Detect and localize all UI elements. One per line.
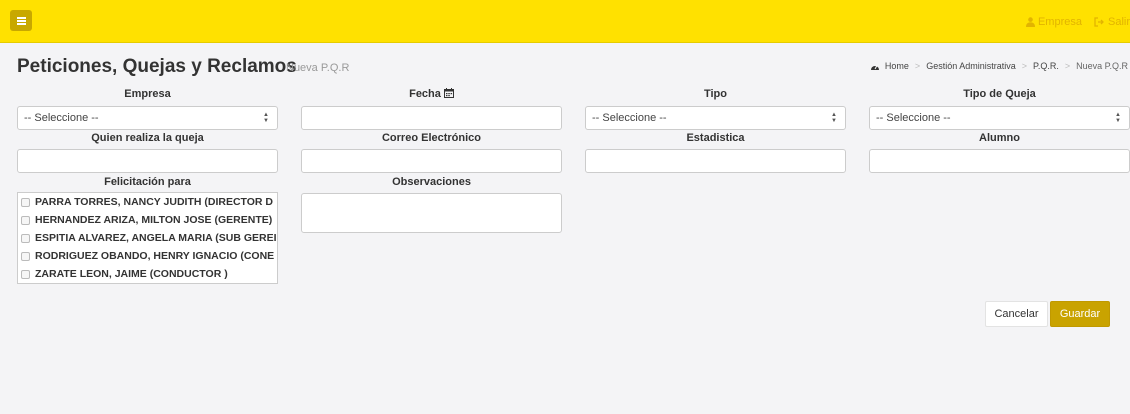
checklist-item-label: ESPITIA ALVAREZ, ANGELA MARIA (SUB GEREI (35, 232, 277, 244)
empresa-link[interactable]: Empresa (1025, 15, 1082, 28)
felicitacion-label: Felicitación para (104, 176, 191, 188)
alumno-input[interactable] (869, 149, 1130, 173)
dashboard-icon (870, 64, 879, 70)
breadcrumb-gestion[interactable]: Gestión Administrativa (926, 61, 1016, 71)
breadcrumb-separator: > (1064, 61, 1071, 71)
cancel-button[interactable]: Cancelar (985, 301, 1048, 327)
select-arrows-icon: ▲ ▼ (263, 112, 269, 124)
alumno-label: Alumno (979, 132, 1020, 144)
select-arrows-icon: ▲ ▼ (1115, 112, 1121, 124)
checklist-item-label: RODRIGUEZ OBANDO, HENRY IGNACIO (CONE (35, 250, 275, 262)
sign-out-icon (1094, 16, 1104, 27)
checklist-item[interactable]: ESPITIA ALVAREZ, ANGELA MARIA (SUB GEREI (18, 229, 277, 247)
correo-label: Correo Electrónico (381, 132, 482, 144)
breadcrumb-home[interactable]: Home (885, 61, 909, 71)
empresa-label: Empresa (124, 88, 171, 100)
checkbox[interactable] (21, 197, 30, 207)
calendar-icon (443, 88, 454, 98)
user-icon (1025, 16, 1035, 27)
bars-icon (16, 16, 26, 25)
fecha-label-text: Fecha (409, 88, 441, 100)
correo-input[interactable] (301, 149, 562, 173)
salir-link[interactable]: Salir (1094, 16, 1130, 28)
top-navbar: Empresa Salir (0, 0, 1130, 43)
quien-label: Quien realiza la queja (91, 132, 204, 144)
tipo-select[interactable]: -- Seleccione -- ▲ ▼ (585, 106, 846, 130)
checklist-item[interactable]: RODRIGUEZ OBANDO, HENRY IGNACIO (CONE (18, 247, 277, 265)
observaciones-label: Observaciones (392, 176, 471, 188)
breadcrumb-pqr[interactable]: P.Q.R. (1033, 61, 1059, 71)
breadcrumb: Home > Gestión Administrativa > P.Q.R. >… (870, 61, 1128, 71)
tipo-queja-select-value: -- Seleccione -- (876, 112, 951, 124)
quien-input[interactable] (17, 149, 278, 173)
empresa-link-label: Empresa (1037, 15, 1082, 28)
tipo-select-value: -- Seleccione -- (592, 112, 667, 124)
salir-link-label: Salir (1107, 15, 1130, 28)
fecha-input[interactable] (301, 106, 562, 130)
page-subtitle: Nueva P.Q.R (286, 62, 350, 74)
breadcrumb-separator: > (914, 61, 921, 71)
checklist-item-label: HERNANDEZ ARIZA, MILTON JOSE (GERENTE) (35, 214, 273, 226)
checkbox[interactable] (21, 233, 30, 243)
observaciones-textarea[interactable] (301, 193, 562, 233)
top-nav-links: Empresa Salir (1014, 0, 1130, 43)
checkbox[interactable] (21, 215, 30, 225)
tipo-queja-label: Tipo de Queja (963, 88, 1036, 100)
tipo-queja-select[interactable]: -- Seleccione -- ▲ ▼ (869, 106, 1130, 130)
tipo-label: Tipo (703, 88, 727, 100)
select-arrows-icon: ▲ ▼ (831, 112, 837, 124)
fecha-label: Fecha (301, 88, 562, 100)
save-button[interactable]: Guardar (1050, 301, 1110, 327)
menu-toggle-button[interactable] (10, 10, 32, 31)
checklist-item-label: ZARATE LEON, JAIME (CONDUCTOR ) (35, 268, 228, 280)
estadistica-input[interactable] (585, 149, 846, 173)
felicitacion-checklist[interactable]: PARRA TORRES, NANCY JUDITH (DIRECTOR D H… (17, 192, 278, 284)
empresa-select-value: -- Seleccione -- (24, 112, 99, 124)
breadcrumb-separator: > (1021, 61, 1027, 71)
empresa-select[interactable]: -- Seleccione -- ▲ ▼ (17, 106, 278, 130)
checklist-item[interactable]: HERNANDEZ ARIZA, MILTON JOSE (GERENTE) (18, 211, 277, 229)
checklist-item[interactable]: PARRA TORRES, NANCY JUDITH (DIRECTOR D (18, 193, 277, 211)
checkbox[interactable] (21, 269, 30, 279)
checklist-item[interactable]: ZARATE LEON, JAIME (CONDUCTOR ) (18, 265, 277, 283)
checklist-item-label: PARRA TORRES, NANCY JUDITH (DIRECTOR D (35, 196, 274, 208)
page-title: Peticiones, Quejas y Reclamos (17, 56, 297, 77)
checkbox[interactable] (21, 251, 30, 261)
estadistica-label: Estadistica (686, 132, 745, 144)
breadcrumb-current: Nueva P.Q.R (1076, 61, 1128, 71)
